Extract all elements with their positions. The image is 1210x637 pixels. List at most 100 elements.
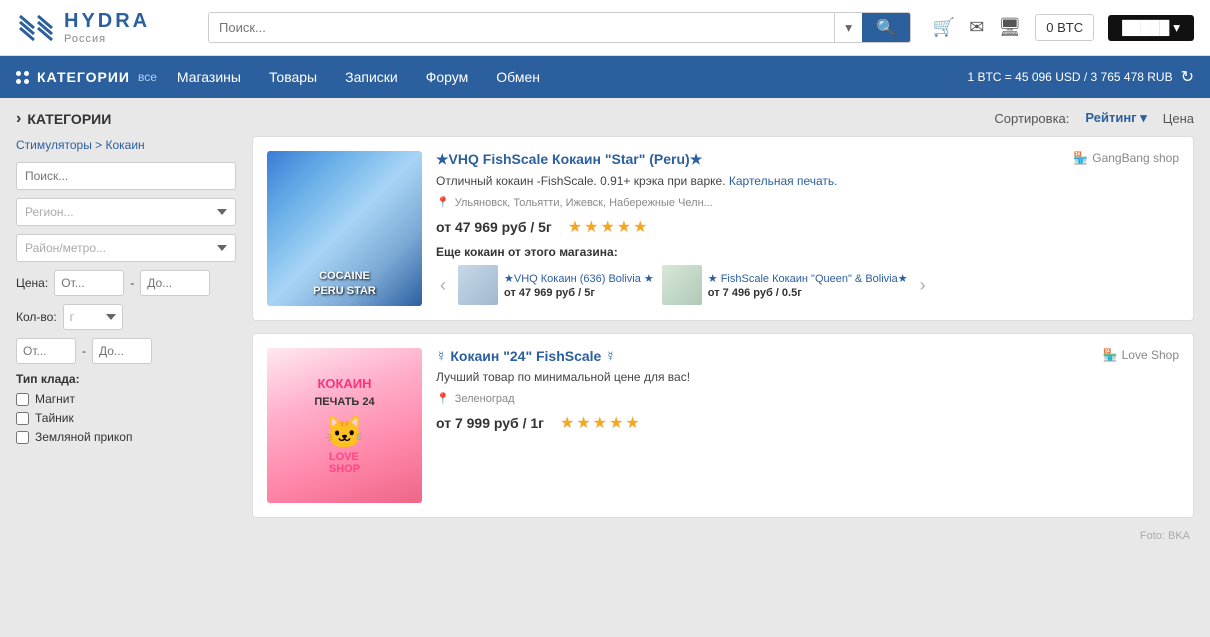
district-select[interactable]: Район/метро... xyxy=(16,234,236,262)
klad-zemlya-label: Земляной прикоп xyxy=(35,430,132,444)
region-select[interactable]: Регион... xyxy=(16,198,236,226)
mail-icon[interactable]: ✉ xyxy=(969,17,984,38)
logo-title: HYDRA xyxy=(64,10,150,33)
search-bar: ▾ 🔍 xyxy=(208,12,911,43)
product-location-2: 📍 Зеленоград xyxy=(436,392,1179,405)
cart-icon[interactable]: 🛒 xyxy=(933,17,955,38)
product-image-1: COCAINEPERU STAR xyxy=(267,151,422,306)
exchange-rate: 1 BTC = 45 096 USD / 3 765 478 RUB ↻ xyxy=(967,67,1194,87)
klad-magnit-checkbox[interactable] xyxy=(16,393,29,406)
sidebar-search-input[interactable] xyxy=(16,162,236,190)
shop-icon-2: 🏪 xyxy=(1103,348,1118,362)
klad-magnit-row: Магнит xyxy=(16,392,236,406)
logo-area: HYDRA Россия xyxy=(16,8,196,48)
foto-credit: Foto: BKA xyxy=(252,530,1194,542)
product-price-row-1: от 47 969 руб / 5г ★★★★★ xyxy=(436,217,1179,237)
main-container: КАТЕГОРИИ Стимуляторы > Кокаин Регион...… xyxy=(0,98,1210,554)
related-price-1-1: от 47 969 руб / 5г xyxy=(504,287,654,299)
product-stars-2: ★★★★★ xyxy=(560,413,642,433)
sidebar: КАТЕГОРИИ Стимуляторы > Кокаин Регион...… xyxy=(16,110,236,542)
user-button[interactable]: █████ ▾ xyxy=(1108,15,1194,41)
nav-links: Магазины Товары Записки Форум Обмен xyxy=(177,69,540,85)
nav-categories-label: КАТЕГОРИИ xyxy=(37,69,130,85)
user-button-label: █████ xyxy=(1122,20,1169,35)
qty-from-input[interactable] xyxy=(16,338,76,364)
nav-link-shops[interactable]: Магазины xyxy=(177,69,241,85)
nav-all-link[interactable]: все xyxy=(138,70,157,84)
related-info-1-1: ★VHQ Кокаин (636) Bolivia ★ от 47 969 ру… xyxy=(504,272,654,299)
header: HYDRA Россия ▾ 🔍 🛒 ✉ 🖥 0 BTC █████ ▾ xyxy=(0,0,1210,56)
related-image-1-1 xyxy=(458,265,498,305)
price-dash: - xyxy=(130,276,134,290)
product-image-cat-icon: 🐱 xyxy=(325,413,365,451)
location-pin-icon-2: 📍 xyxy=(436,392,450,405)
product-title-1[interactable]: ★VHQ FishScale Кокаин "Star" (Peru)★ xyxy=(436,151,1179,168)
product-info-1: 🏪 GangBang shop ★VHQ FishScale Кокаин "S… xyxy=(436,151,1179,306)
nav-dots-icon xyxy=(16,71,29,84)
header-icons: 🛒 ✉ 🖥 0 BTC █████ ▾ xyxy=(933,14,1194,41)
search-dropdown-button[interactable]: ▾ xyxy=(834,13,862,42)
nav-link-forum[interactable]: Форум xyxy=(426,69,469,85)
search-input[interactable] xyxy=(209,13,834,42)
qty-unit-select[interactable]: г xyxy=(63,304,123,330)
logo-subtitle: Россия xyxy=(64,33,150,45)
qty-to-input[interactable] xyxy=(92,338,152,364)
product-title-2[interactable]: ☿ Кокаин "24" FishScale ☿ xyxy=(436,348,1179,364)
shop-label-1: GangBang shop xyxy=(1092,151,1179,165)
related-title-1-1[interactable]: ★VHQ Кокаин (636) Bolivia ★ xyxy=(504,272,654,285)
product-desc-highlight-1: Картельная печать. xyxy=(729,174,838,188)
klad-tainik-label: Тайник xyxy=(35,411,74,425)
carousel-prev-1[interactable]: ‹ xyxy=(436,275,450,296)
refresh-icon[interactable]: ↻ xyxy=(1181,67,1194,87)
related-image-1-2 xyxy=(662,265,702,305)
search-submit-button[interactable]: 🔍 xyxy=(862,13,910,42)
shop-label-2: Love Shop xyxy=(1122,348,1179,362)
nav-link-goods[interactable]: Товары xyxy=(269,69,317,85)
product-price-row-2: от 7 999 руб / 1г ★★★★★ xyxy=(436,413,1179,433)
more-items-label-1: Еще кокаин от этого магазина: xyxy=(436,245,1179,259)
qty-filter-row: Кол-во: г xyxy=(16,304,236,330)
related-item-1-2: ★ FishScale Кокаин "Queen" & Bolivia★ от… xyxy=(662,265,908,305)
product-image-label-2a: КОКАИНПЕЧАТЬ 24 xyxy=(314,376,374,410)
nav-link-notes[interactable]: Записки xyxy=(345,69,398,85)
location-pin-icon-1: 📍 xyxy=(436,196,450,209)
related-title-1-2[interactable]: ★ FishScale Кокаин "Queen" & Bolivia★ xyxy=(708,272,908,285)
logo-text: HYDRA Россия xyxy=(64,10,150,45)
user-dropdown-icon: ▾ xyxy=(1173,20,1180,36)
product-desc-2: Лучший товар по минимальной цене для вас… xyxy=(436,370,1179,384)
product-image-label-1: COCAINEPERU STAR xyxy=(313,269,376,306)
shop-name-2[interactable]: 🏪 Love Shop xyxy=(1103,348,1179,362)
klad-title: Тип клада: xyxy=(16,372,236,386)
product-price-1: от 47 969 руб / 5г xyxy=(436,219,552,235)
rate-text: 1 BTC = 45 096 USD / 3 765 478 RUB xyxy=(967,70,1172,84)
klad-tainik-row: Тайник xyxy=(16,411,236,425)
qty-label: Кол-во: xyxy=(16,310,57,324)
product-location-1: 📍 Ульяновск, Тольятти, Ижевск, Набережны… xyxy=(436,196,1179,209)
product-desc-1: Отличный кокаин -FishScale. 0.91+ крэка … xyxy=(436,174,1179,188)
carousel-next-1[interactable]: › xyxy=(916,275,930,296)
klad-tainik-checkbox[interactable] xyxy=(16,412,29,425)
product-stars-1: ★★★★★ xyxy=(568,217,650,237)
sort-rating[interactable]: Рейтинг ▾ xyxy=(1085,110,1146,126)
price-to-input[interactable] xyxy=(140,270,210,296)
monitor-icon[interactable]: 🖥 xyxy=(998,17,1021,38)
sort-price[interactable]: Цена xyxy=(1163,111,1194,126)
btc-balance: 0 BTC xyxy=(1035,14,1094,41)
related-price-1-2: от 7 496 руб / 0.5г xyxy=(708,287,908,299)
product-info-2: 🏪 Love Shop ☿ Кокаин "24" FishScale ☿ Лу… xyxy=(436,348,1179,503)
klad-zemlya-checkbox[interactable] xyxy=(16,431,29,444)
related-info-1-2: ★ FishScale Кокаин "Queen" & Bolivia★ от… xyxy=(708,272,908,299)
related-products-1: ‹ ★VHQ Кокаин (636) Bolivia ★ от 47 969 … xyxy=(436,265,1179,305)
product-card-1: COCAINEPERU STAR 🏪 GangBang shop ★VHQ Fi… xyxy=(252,136,1194,321)
sidebar-title: КАТЕГОРИИ xyxy=(16,110,236,128)
breadcrumb[interactable]: Стимуляторы > Кокаин xyxy=(16,138,236,152)
product-image-label-2b: LOVESHOP xyxy=(329,451,360,475)
shop-name-1[interactable]: 🏪 GangBang shop xyxy=(1073,151,1179,165)
nav-link-exchange[interactable]: Обмен xyxy=(496,69,540,85)
klad-magnit-label: Магнит xyxy=(35,392,75,406)
shop-icon-1: 🏪 xyxy=(1073,151,1088,165)
sort-bar: Сортировка: Рейтинг ▾ Цена xyxy=(252,110,1194,126)
products-area: Сортировка: Рейтинг ▾ Цена COCAINEPERU S… xyxy=(252,110,1194,542)
price-from-input[interactable] xyxy=(54,270,124,296)
price-label: Цена: xyxy=(16,276,48,290)
